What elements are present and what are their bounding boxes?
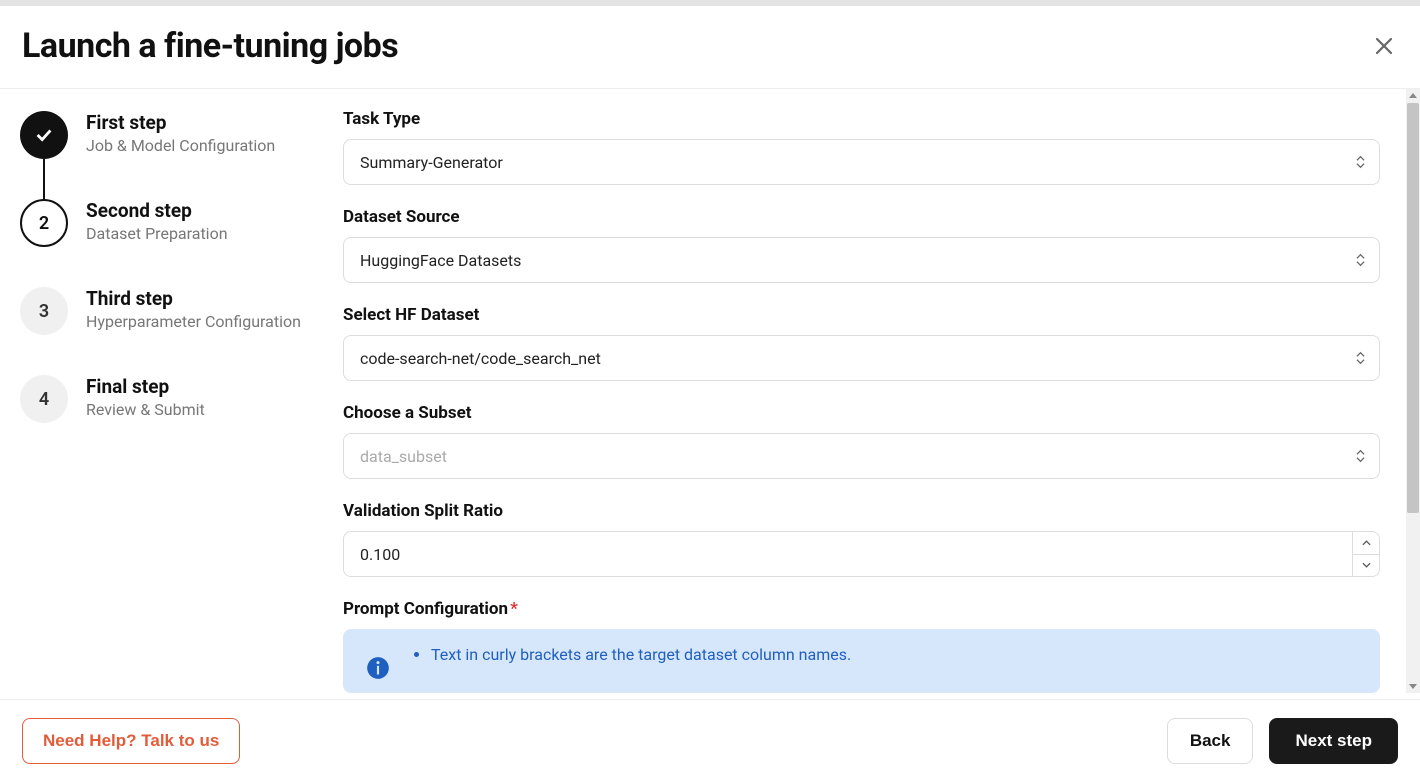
step-2-indicator: 2 (20, 199, 68, 247)
step-1-subtitle: Job & Model Configuration (86, 136, 275, 155)
dataset-source-label: Dataset Source (343, 207, 1380, 227)
step-1-indicator (20, 111, 68, 159)
step-4-subtitle: Review & Submit (86, 400, 205, 419)
prompt-config-info: Text in curly brackets are the target da… (343, 629, 1380, 693)
stepper: First step Job & Model Configuration 2 S… (0, 89, 343, 693)
back-button[interactable]: Back (1167, 718, 1254, 764)
step-2: 2 Second step Dataset Preparation (20, 199, 323, 287)
form-area: Task Type Summary-Generator Dataset Sour… (343, 89, 1420, 693)
step-4-indicator: 4 (20, 375, 68, 423)
task-type-value: Summary-Generator (360, 153, 503, 172)
check-icon (33, 124, 55, 146)
step-3-subtitle: Hyperparameter Configuration (86, 312, 301, 331)
stepper-down-icon[interactable] (1353, 555, 1379, 577)
help-button[interactable]: Need Help? Talk to us (22, 718, 240, 764)
task-type-select[interactable]: Summary-Generator (343, 139, 1380, 185)
chevron-updown-icon (1356, 254, 1365, 267)
info-icon (365, 655, 391, 681)
step-3-indicator: 3 (20, 287, 68, 335)
step-4-title: Final step (86, 375, 205, 398)
step-4: 4 Final step Review & Submit (20, 375, 323, 423)
validation-split-input[interactable]: 0.100 (343, 531, 1352, 577)
step-2-subtitle: Dataset Preparation (86, 224, 228, 243)
task-type-label: Task Type (343, 109, 1380, 129)
scrollbar[interactable] (1406, 89, 1420, 693)
subset-label: Choose a Subset (343, 403, 1380, 423)
subset-placeholder: data_subset (360, 447, 447, 466)
chevron-updown-icon (1356, 352, 1365, 365)
hf-dataset-value: code-search-net/code_search_net (360, 349, 601, 368)
chevron-updown-icon (1356, 450, 1365, 463)
next-step-button[interactable]: Next step (1269, 718, 1398, 764)
hf-dataset-label: Select HF Dataset (343, 305, 1380, 325)
close-button[interactable] (1370, 32, 1398, 60)
subset-select[interactable]: data_subset (343, 433, 1380, 479)
hf-dataset-select[interactable]: code-search-net/code_search_net (343, 335, 1380, 381)
stepper-up-icon[interactable] (1353, 532, 1379, 555)
step-3-title: Third step (86, 287, 301, 310)
step-2-title: Second step (86, 199, 228, 222)
info-item-1: Text in curly brackets are the target da… (431, 645, 851, 664)
prompt-config-label: Prompt Configuration* (343, 599, 1380, 619)
scrollbar-thumb[interactable] (1407, 103, 1419, 513)
step-1: First step Job & Model Configuration (20, 111, 323, 199)
dataset-source-value: HuggingFace Datasets (360, 251, 521, 270)
close-icon (1372, 34, 1396, 58)
validation-split-stepper[interactable] (1352, 531, 1380, 577)
step-3: 3 Third step Hyperparameter Configuratio… (20, 287, 323, 375)
chevron-updown-icon (1356, 156, 1365, 169)
dataset-source-select[interactable]: HuggingFace Datasets (343, 237, 1380, 283)
step-1-title: First step (86, 111, 275, 134)
validation-split-label: Validation Split Ratio (343, 501, 1380, 521)
modal-header: Launch a fine-tuning jobs (0, 6, 1420, 89)
page-title: Launch a fine-tuning jobs (22, 26, 398, 66)
validation-split-value: 0.100 (360, 545, 400, 564)
footer: Need Help? Talk to us Back Next step (0, 699, 1420, 781)
